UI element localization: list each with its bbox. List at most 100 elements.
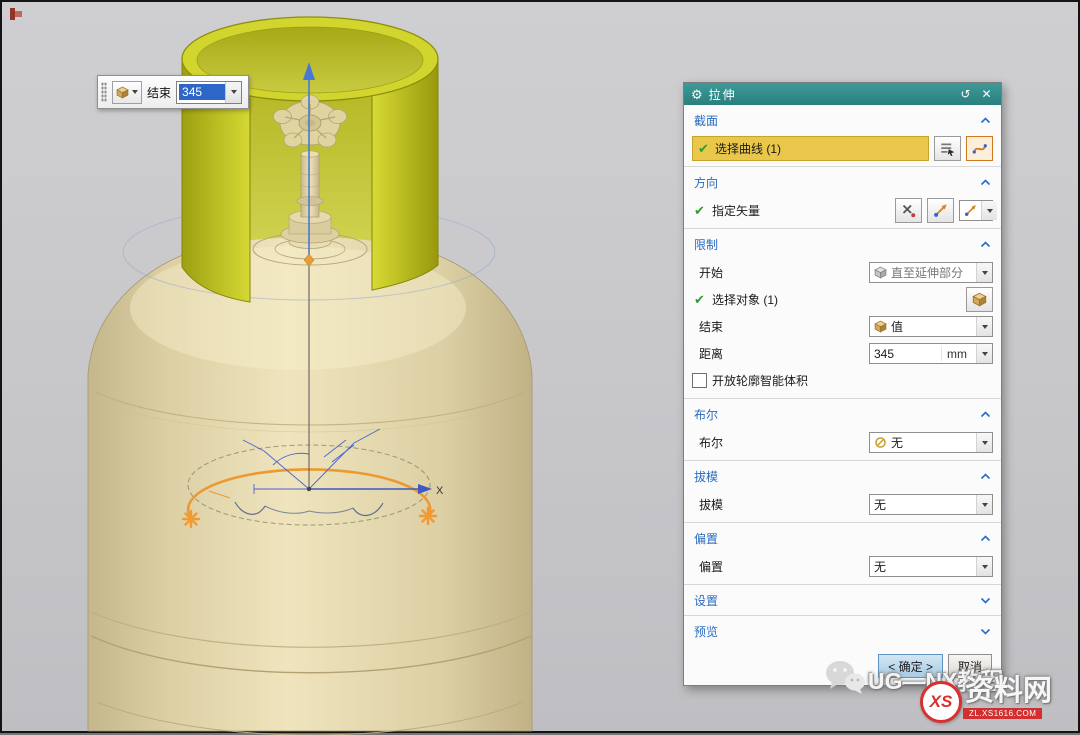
chevron-up-icon[interactable] xyxy=(980,241,991,248)
draft-header[interactable]: 拔模 xyxy=(684,461,1001,491)
offset-dropdown[interactable]: 无 xyxy=(869,556,993,577)
start-limit-dropdown[interactable]: 直至延伸部分 xyxy=(869,262,993,283)
endpoint-star-marker xyxy=(420,508,436,524)
selection-list-icon xyxy=(940,141,955,156)
dialog-header[interactable]: ⚙ 拉伸 ↺ ✕ xyxy=(684,83,1001,105)
select-curve-label: 选择曲线 (1) xyxy=(715,140,781,157)
chevron-up-icon[interactable] xyxy=(980,535,991,542)
nx-application-window: X 结束 345 ⚙ 拉伸 ↺ ✕ 截面 xyxy=(0,0,1080,733)
preview-group: 预览 xyxy=(684,615,1001,646)
section-header[interactable]: 截面 xyxy=(684,105,1001,135)
x-axis-label: X xyxy=(436,485,444,497)
check-icon: ✔ xyxy=(692,292,707,308)
inline-input-dropdown[interactable] xyxy=(225,82,241,103)
settings-header[interactable]: 设置 xyxy=(684,585,1001,615)
select-curve-row[interactable]: ✔ 选择曲线 (1) xyxy=(692,136,929,161)
check-icon: ✔ xyxy=(696,141,711,157)
cube-icon xyxy=(972,292,987,307)
chevron-down-icon[interactable] xyxy=(980,628,991,635)
boolean-header-label: 布尔 xyxy=(694,406,718,423)
settings-group: 设置 xyxy=(684,584,1001,615)
watermark: UG—NX教程 XS 资料网 ZL.XS1616.COM xyxy=(824,653,1072,729)
watermark-logo: XS xyxy=(920,681,962,723)
two-point-vector-button[interactable] xyxy=(895,198,922,223)
select-object-label: 选择对象 (1) xyxy=(712,291,778,308)
direction-group: 方向 ✔ 指定矢量 xyxy=(684,166,1001,228)
snap-option-dropdown[interactable] xyxy=(112,81,142,104)
draft-value: 无 xyxy=(874,496,972,513)
open-profile-checkbox[interactable] xyxy=(692,373,707,388)
boolean-value: 无 xyxy=(891,434,972,451)
distance-unit: mm xyxy=(941,347,972,361)
chevron-up-icon[interactable] xyxy=(980,411,991,418)
chevron-up-icon[interactable] xyxy=(980,473,991,480)
reset-icon[interactable]: ↺ xyxy=(958,87,973,101)
open-profile-label: 开放轮廓智能体积 xyxy=(712,372,808,389)
curve-icon xyxy=(972,141,987,156)
endpoint-star-marker xyxy=(183,511,199,527)
settings-header-label: 设置 xyxy=(694,592,718,609)
start-limit-value: 直至延伸部分 xyxy=(891,264,972,281)
toolbar-grip[interactable] xyxy=(101,82,107,102)
preview-header-label: 预览 xyxy=(694,623,718,640)
end-label: 结束 xyxy=(692,318,723,335)
dynamic-input-toolbar: 结束 345 xyxy=(97,75,249,109)
distance-label: 距离 xyxy=(692,345,723,362)
offset-header[interactable]: 偏置 xyxy=(684,523,1001,553)
cube-icon xyxy=(874,266,887,279)
none-icon xyxy=(874,436,887,449)
section-group: 截面 ✔ 选择曲线 (1) xyxy=(684,105,1001,166)
select-object-button[interactable] xyxy=(966,287,993,312)
dropdown-arrow-icon xyxy=(132,90,138,94)
end-limit-inline-label: 结束 xyxy=(147,84,171,101)
sketch-origin-point xyxy=(307,487,311,491)
draft-group: 拔模 拔模 无 xyxy=(684,460,1001,522)
end-limit-dropdown[interactable]: 值 xyxy=(869,316,993,337)
chevron-down-icon[interactable] xyxy=(980,597,991,604)
distance-value[interactable]: 345 xyxy=(874,347,937,361)
boolean-group: 布尔 布尔 无 xyxy=(684,398,1001,460)
preview-header[interactable]: 预览 xyxy=(684,616,1001,646)
vector-icon xyxy=(933,203,948,218)
direction-header[interactable]: 方向 xyxy=(684,167,1001,197)
cube-icon xyxy=(116,86,129,99)
gear-icon: ⚙ xyxy=(691,88,703,101)
distance-options-dropdown[interactable] xyxy=(976,344,992,363)
draft-header-label: 拔模 xyxy=(694,468,718,485)
draft-label: 拔模 xyxy=(692,496,723,513)
limits-group: 限制 开始 直至延伸部分 ✔ 选择对象 (1) xyxy=(684,228,1001,398)
start-label: 开始 xyxy=(692,264,723,281)
offset-value: 无 xyxy=(874,558,972,575)
section-select-button[interactable] xyxy=(934,136,961,161)
end-limit-value: 值 xyxy=(891,318,972,335)
specify-vector-label: 指定矢量 xyxy=(712,202,760,219)
boolean-dropdown[interactable]: 无 xyxy=(869,432,993,453)
distance-inline-input[interactable]: 345 xyxy=(176,81,242,104)
vector-type-dropdown[interactable] xyxy=(959,200,993,221)
point-dialog-icon xyxy=(901,203,916,218)
draft-dropdown[interactable]: 无 xyxy=(869,494,993,515)
boolean-header[interactable]: 布尔 xyxy=(684,399,1001,429)
offset-header-label: 偏置 xyxy=(694,530,718,547)
vector-dialog-button[interactable] xyxy=(927,198,954,223)
chevron-up-icon[interactable] xyxy=(980,179,991,186)
boolean-label: 布尔 xyxy=(692,434,723,451)
inline-input-value[interactable]: 345 xyxy=(179,84,225,100)
limits-header[interactable]: 限制 xyxy=(684,229,1001,259)
sketch-section-button[interactable] xyxy=(966,136,993,161)
check-icon: ✔ xyxy=(692,203,707,219)
model-cylinder-body[interactable] xyxy=(88,231,532,735)
dialog-title: 拉伸 xyxy=(709,86,952,103)
cube-icon xyxy=(874,320,887,333)
watermark-site: 资料网 xyxy=(965,667,1052,709)
wechat-icon xyxy=(824,659,866,695)
viewport-corner-icon xyxy=(10,8,22,20)
chevron-up-icon[interactable] xyxy=(980,117,991,124)
close-icon[interactable]: ✕ xyxy=(979,87,994,101)
direction-header-label: 方向 xyxy=(694,174,718,191)
vector-icon xyxy=(964,204,977,217)
limits-header-label: 限制 xyxy=(694,236,718,253)
distance-input[interactable]: 345 mm xyxy=(869,343,993,364)
section-header-label: 截面 xyxy=(694,112,718,129)
watermark-url: ZL.XS1616.COM xyxy=(963,708,1042,719)
